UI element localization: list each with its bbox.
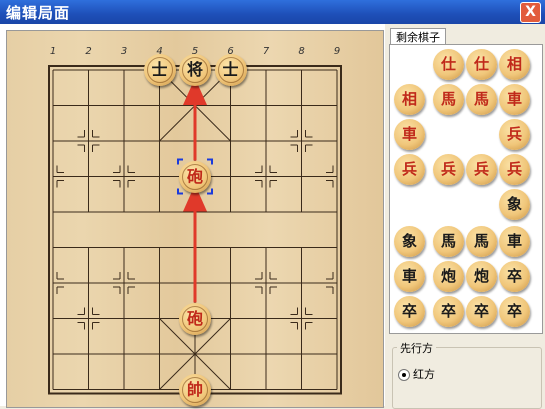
- black-piece[interactable]: 士: [143, 54, 176, 86]
- tray-piece[interactable]: 象: [499, 189, 530, 220]
- tray-piece[interactable]: 卒: [499, 261, 530, 292]
- red-piece[interactable]: 帥: [179, 373, 211, 406]
- first-move-label: 先行方: [397, 340, 436, 356]
- tray-piece[interactable]: 相: [394, 84, 425, 115]
- tray-piece[interactable]: 車: [394, 119, 425, 150]
- tray-piece[interactable]: 炮: [433, 261, 464, 292]
- tray-piece[interactable]: 馬: [433, 226, 464, 257]
- tray-piece[interactable]: 車: [394, 261, 425, 292]
- tray-piece[interactable]: 仕: [433, 49, 464, 80]
- tray-piece[interactable]: 仕: [466, 49, 497, 80]
- tray-piece[interactable]: 卒: [499, 296, 530, 327]
- tray-piece[interactable]: 象: [394, 226, 425, 257]
- red-first-radio[interactable]: [398, 369, 410, 381]
- tray-piece[interactable]: 馬: [466, 84, 497, 115]
- red-first-radio-label[interactable]: 红方: [413, 366, 435, 382]
- tray-piece[interactable]: 兵: [394, 154, 425, 185]
- tray-piece[interactable]: 相: [499, 49, 530, 80]
- tray-piece[interactable]: 兵: [499, 154, 530, 185]
- tray-piece[interactable]: 兵: [433, 154, 464, 185]
- black-piece[interactable]: 士: [214, 54, 247, 86]
- red-piece[interactable]: 砲: [179, 160, 211, 193]
- tray-piece[interactable]: 馬: [466, 226, 497, 257]
- tray-piece[interactable]: 馬: [433, 84, 464, 115]
- tray-piece[interactable]: 卒: [394, 296, 425, 327]
- red-piece[interactable]: 砲: [179, 302, 211, 335]
- tray-piece[interactable]: 兵: [466, 154, 497, 185]
- tray-piece[interactable]: 車: [499, 84, 530, 115]
- tray-piece[interactable]: 卒: [433, 296, 464, 327]
- black-piece[interactable]: 将: [179, 54, 211, 86]
- tray-piece[interactable]: 卒: [466, 296, 497, 327]
- tray-piece[interactable]: 車: [499, 226, 530, 257]
- tray-piece[interactable]: 炮: [466, 261, 497, 292]
- tray-piece[interactable]: 兵: [499, 119, 530, 150]
